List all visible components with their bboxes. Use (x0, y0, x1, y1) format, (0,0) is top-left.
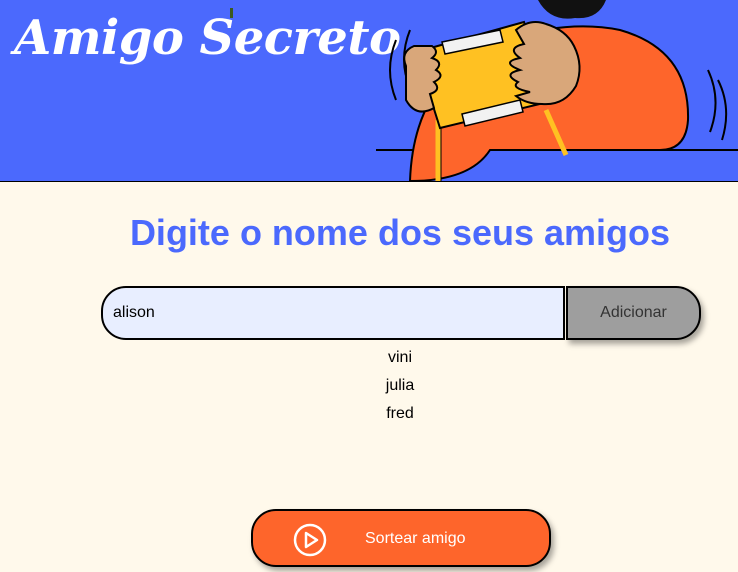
header-banner: Amigo Secreto (0, 0, 738, 182)
add-friend-form: Adicionar (101, 286, 701, 340)
app-title: Amigo Secreto (14, 10, 401, 66)
draw-friend-button[interactable]: Sortear amigo (251, 509, 551, 567)
friend-name-input[interactable] (101, 286, 565, 340)
section-heading: Digite o nome dos seus amigos (129, 212, 671, 253)
text-cursor-mark (230, 8, 233, 18)
person-holding-gift-illustration (376, 0, 738, 181)
add-friend-button[interactable]: Adicionar (566, 286, 701, 340)
friends-list: vini julia fred (300, 347, 500, 431)
friend-list-item: vini (387, 349, 412, 366)
friend-list-item: julia (385, 377, 415, 394)
draw-friend-label: Sortear amigo (365, 530, 466, 547)
friend-list-item: fred (386, 405, 414, 422)
play-circle-icon (293, 523, 327, 557)
